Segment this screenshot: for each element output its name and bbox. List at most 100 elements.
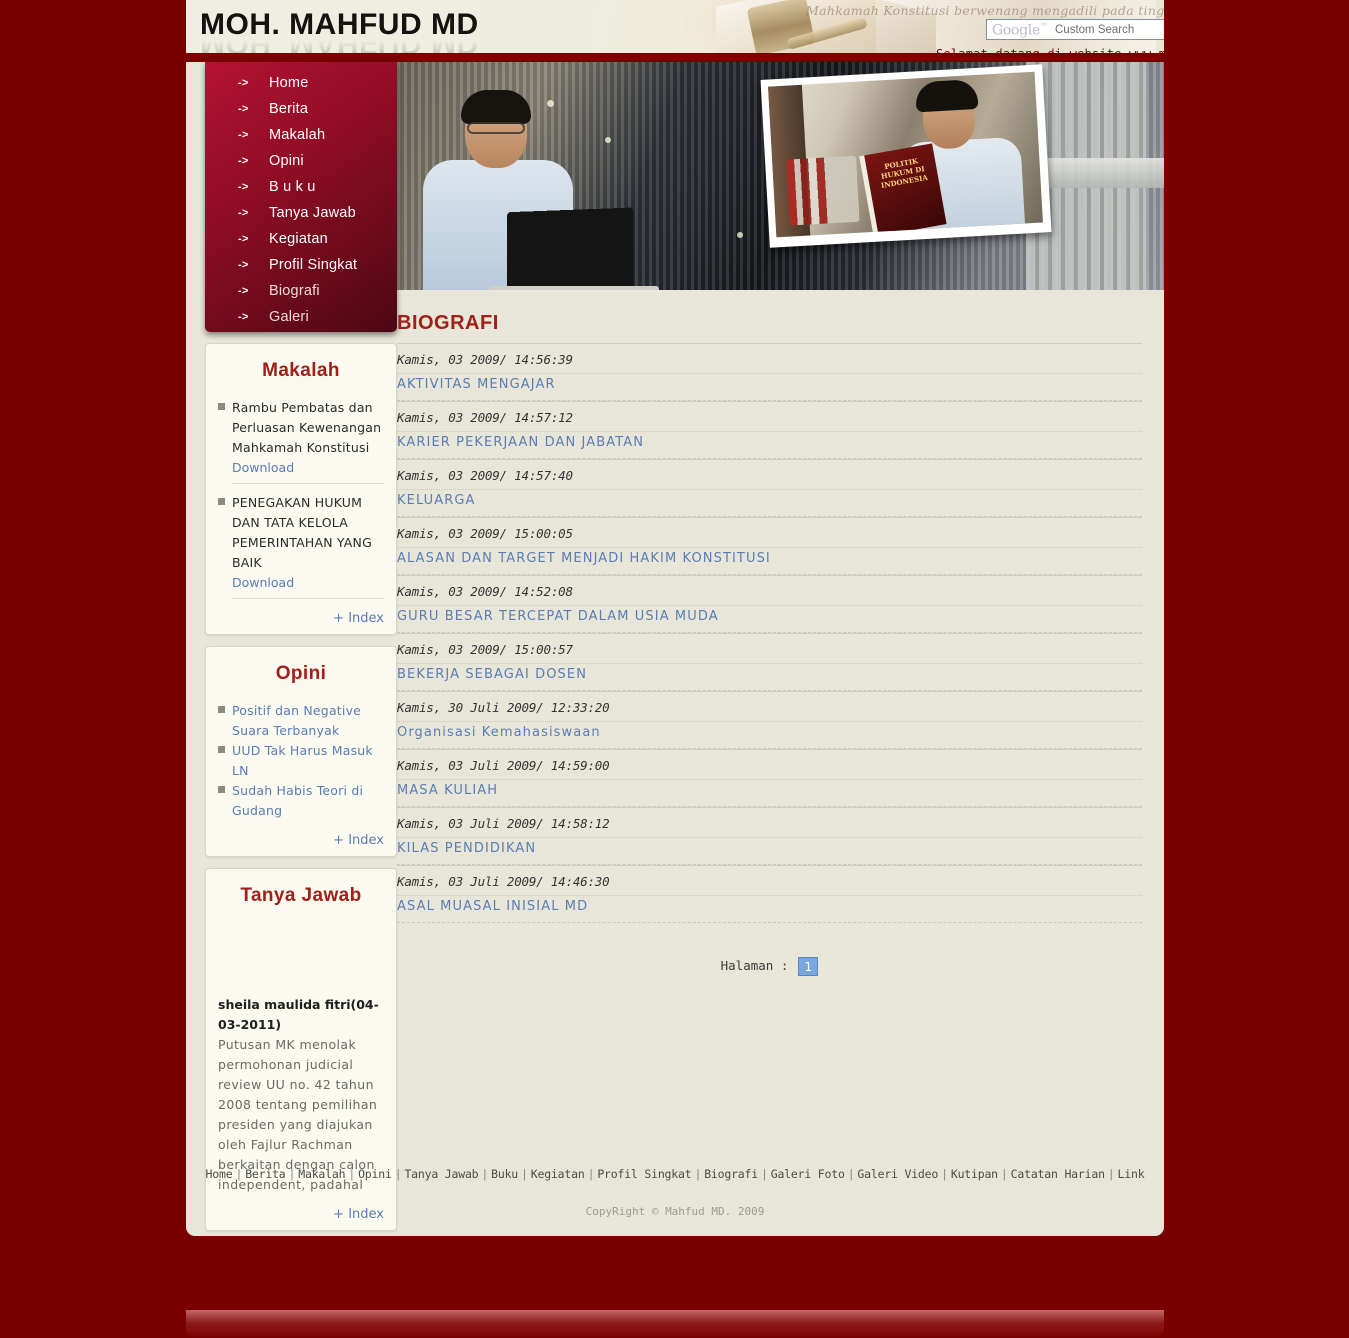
arrow-right-icon: -> <box>238 233 249 245</box>
search-placeholder: Custom Search <box>1055 23 1135 36</box>
bullet-square-icon <box>218 403 225 410</box>
nav-item-home[interactable]: -> Home <box>205 70 397 96</box>
arrow-right-icon: -> <box>238 129 249 141</box>
entry-link[interactable]: KILAS PENDIDIKAN <box>397 837 1142 865</box>
site-title: MOH. MAHFUD MD <box>200 8 479 41</box>
nav-label: Galeri <box>269 309 309 325</box>
footer-navigation: Home | Berita | Makalah | Opini | Tanya Jawab | Bu… <box>186 1167 1164 1181</box>
inset-book-title: POLITIK HUKUM DI INDONESIA <box>880 156 929 190</box>
footer-link-galeri-video[interactable]: Galeri Video <box>857 1167 938 1181</box>
arrow-right-icon: -> <box>238 103 249 115</box>
footer-link-opini[interactable]: Opini <box>358 1167 392 1181</box>
arrow-right-icon: -> <box>238 285 249 297</box>
makalah-download-link[interactable]: Download <box>232 458 384 478</box>
laptop <box>507 207 634 290</box>
nav-item-makalah[interactable]: -> Makalah <box>205 122 397 148</box>
opini-item[interactable]: UUD Tak Harus Masuk LN <box>218 741 384 781</box>
arrow-right-icon: -> <box>238 77 249 89</box>
footer-link-makalah[interactable]: Makalah <box>298 1167 345 1181</box>
banner-person-at-laptop <box>417 90 659 290</box>
entry-date: Kamis, 03 2009/ 15:00:05 <box>397 517 1142 547</box>
footer-link-home[interactable]: Home <box>206 1167 233 1181</box>
inset-book: POLITIK HUKUM DI INDONESIA <box>859 143 947 238</box>
separator: | <box>694 1167 702 1181</box>
nav-item-biografi[interactable]: -> Biografi <box>205 278 397 304</box>
entry-date: Kamis, 03 Juli 2009/ 14:58:12 <box>397 807 1142 837</box>
nav-item-tanya-jawab[interactable]: -> Tanya Jawab <box>205 200 397 226</box>
separator: | <box>521 1167 528 1181</box>
nav-item-kegiatan[interactable]: -> Kegiatan <box>205 226 397 252</box>
separator: | <box>1000 1167 1008 1181</box>
pagination-label: Halaman : <box>720 958 789 973</box>
entry-link[interactable]: BEKERJA SEBAGAI DOSEN <box>397 663 1142 691</box>
person-glasses <box>467 122 525 134</box>
opini-item[interactable]: Sudah Habis Teori di Gudang <box>218 781 384 821</box>
search-input[interactable]: Google™ Custom Search <box>986 18 1164 40</box>
footer-link-berita[interactable]: Berita <box>245 1167 286 1181</box>
footer-link-tanya-jawab[interactable]: Tanya Jawab <box>404 1167 478 1181</box>
nav-item-buku[interactable]: -> B u k u <box>205 174 397 200</box>
nav-item-berita[interactable]: -> Berita <box>205 96 397 122</box>
inset-photo-scene: POLITIK HUKUM DI INDONESIA <box>767 71 1043 238</box>
entry-date: Kamis, 03 2009/ 14:56:39 <box>397 343 1142 373</box>
opini-title: Sudah Habis Teori di Gudang <box>232 783 364 818</box>
main-content: BIOGRAFI Kamis, 03 2009/ 14:56:39 AKTIVI… <box>397 290 1164 976</box>
site-footer: Home | Berita | Makalah | Opini | Tanya Jawab | Bu… <box>186 1155 1164 1236</box>
makalah-item: PENEGAKAN HUKUM DAN TATA KELOLA PEMERINT… <box>218 493 384 599</box>
nav-label: Opini <box>269 153 304 169</box>
entry-date: Kamis, 03 Juli 2009/ 14:59:00 <box>397 749 1142 779</box>
entry-date: Kamis, 03 2009/ 14:57:40 <box>397 459 1142 489</box>
panel-title-opini: Opini <box>275 663 327 684</box>
footer-link-buku[interactable]: Buku <box>491 1167 518 1181</box>
footer-link-catatan-harian[interactable]: Catatan Harian <box>1011 1167 1105 1181</box>
hero-banner: POLITIK HUKUM DI INDONESIA <box>397 62 1164 290</box>
separator: | <box>348 1167 356 1181</box>
separator: | <box>847 1167 855 1181</box>
makalah-item: Rambu Pembatas dan Perluasan Kewenangan … <box>218 398 384 484</box>
arrow-right-icon: -> <box>238 311 249 323</box>
footer-link-kegiatan[interactable]: Kegiatan <box>531 1167 585 1181</box>
footer-link-link[interactable]: Link <box>1118 1167 1145 1181</box>
panel-title-tanya-jawab: Tanya Jawab <box>240 885 362 906</box>
footer-link-biografi[interactable]: Biografi <box>704 1167 758 1181</box>
entry-link[interactable]: KARIER PEKERJAAN DAN JABATAN <box>397 431 1142 459</box>
google-logo: Google™ <box>992 21 1048 39</box>
copyright-text: CopyRight © Mahfud MD. 2009 <box>585 1205 765 1218</box>
nav-label: Profil Singkat <box>269 257 358 273</box>
page-container: Mahkamah Konstitusi berwenang mengadili … <box>186 0 1164 1310</box>
nav-label: Berita <box>269 101 309 117</box>
opini-item[interactable]: Positif dan Negative Suara Terbanyak <box>218 701 384 741</box>
entry-link[interactable]: AKTIVITAS MENGAJAR <box>397 373 1142 401</box>
entry-link[interactable]: ASAL MUASAL INISIAL MD <box>397 895 1142 923</box>
nav-label: Makalah <box>269 127 326 143</box>
entry-link[interactable]: ALASAN DAN TARGET MENJADI HAKIM KONSTITU… <box>397 547 1142 575</box>
nav-label: B u k u <box>269 179 316 195</box>
pagination-page-1[interactable]: 1 <box>798 957 819 976</box>
entry-link[interactable]: MASA KULIAH <box>397 779 1142 807</box>
person-hair <box>461 90 531 124</box>
opini-index-link[interactable]: + Index <box>218 833 384 848</box>
footer-link-kutipan[interactable]: Kutipan <box>951 1167 998 1181</box>
footer-link-galeri-foto[interactable]: Galeri Foto <box>771 1167 845 1181</box>
entry-link[interactable]: Organisasi Kemahasiswaan <box>397 721 1142 749</box>
nav-label: Tanya Jawab <box>269 205 356 221</box>
entry-date: Kamis, 30 Juli 2009/ 12:33:20 <box>397 691 1142 721</box>
nav-item-galeri[interactable]: -> Galeri <box>205 304 397 330</box>
makalah-title: Rambu Pembatas dan Perluasan Kewenangan … <box>232 400 382 455</box>
tanya-jawab-author: sheila maulida fitri(04-03-2011) <box>218 997 379 1032</box>
entry-link[interactable]: KELUARGA <box>397 489 1142 517</box>
nav-item-profil-singkat[interactable]: -> Profil Singkat <box>205 252 397 278</box>
footer-link-profil-singkat[interactable]: Profil Singkat <box>597 1167 691 1181</box>
arrow-right-icon: -> <box>238 259 249 271</box>
nav-item-opini[interactable]: -> Opini <box>205 148 397 174</box>
opini-title: Positif dan Negative Suara Terbanyak <box>232 703 362 738</box>
entry-date: Kamis, 03 2009/ 14:52:08 <box>397 575 1142 605</box>
makalah-download-link[interactable]: Download <box>232 573 384 593</box>
entry-date: Kamis, 03 Juli 2009/ 14:46:30 <box>397 865 1142 895</box>
page-title: BIOGRAFI <box>397 312 499 334</box>
panel-title-makalah: Makalah <box>262 360 340 381</box>
makalah-index-link[interactable]: + Index <box>218 611 384 626</box>
arrow-right-icon: -> <box>238 207 249 219</box>
entry-link[interactable]: GURU BESAR TERCEPAT DALAM USIA MUDA <box>397 605 1142 633</box>
separator: | <box>760 1167 768 1181</box>
